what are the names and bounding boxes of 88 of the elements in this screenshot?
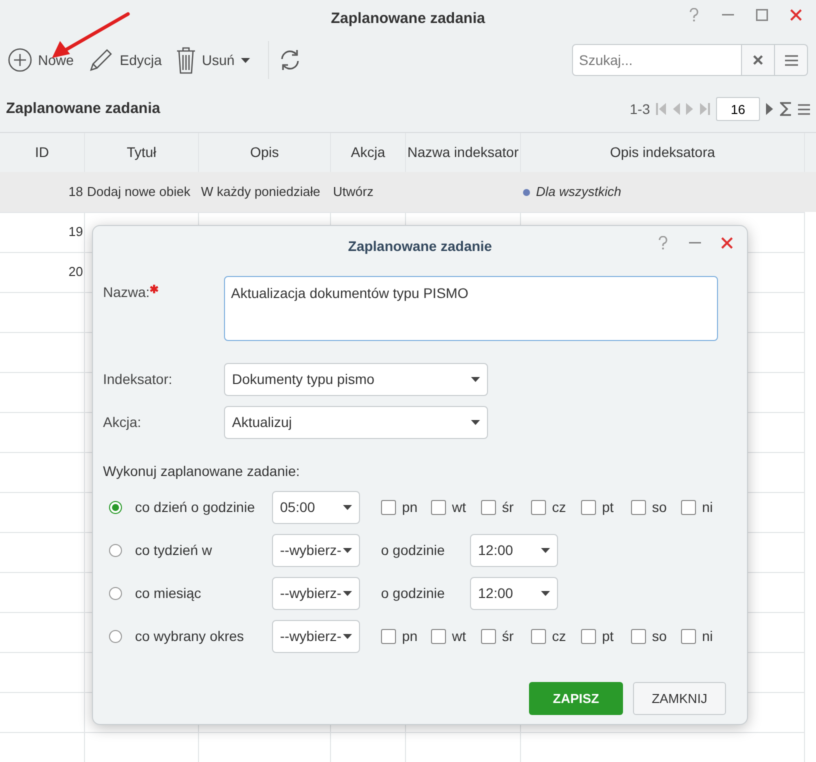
go-icon[interactable] — [766, 103, 774, 115]
radio-button[interactable] — [109, 587, 122, 600]
clear-button[interactable] — [742, 44, 775, 76]
delete-button[interactable]: Usuń — [176, 44, 258, 76]
field-label: Akcja: — [103, 414, 142, 430]
option-label: co wybrany okres — [135, 628, 244, 644]
checkbox[interactable]: pt — [581, 626, 631, 647]
checkbox[interactable]: so — [631, 626, 681, 647]
table-cell-text: 20 — [68, 263, 84, 282]
help-icon — [689, 8, 699, 22]
checkbox[interactable]: cz — [531, 626, 581, 647]
minimize-icon — [722, 14, 734, 16]
refresh-icon — [278, 49, 301, 71]
option-label: co dzień o godzinie — [135, 499, 255, 515]
checkbox[interactable]: śr — [481, 497, 531, 518]
table-cell-text: W każdy poniedziałe — [200, 183, 322, 202]
caret-icon — [471, 420, 480, 425]
close-icon — [790, 9, 802, 21]
pencil-icon — [88, 47, 114, 73]
dropdown[interactable]: 05:00 — [272, 491, 360, 524]
radio-button[interactable] — [109, 544, 122, 557]
dropdown[interactable]: --wybierz- — [272, 534, 360, 567]
info-icon — [523, 188, 530, 196]
time-label: o godzinie — [381, 541, 446, 560]
add-button[interactable]: Nowe — [8, 46, 82, 74]
caret-icon — [541, 591, 550, 596]
first-page-icon[interactable] — [656, 103, 666, 115]
caret-icon — [343, 505, 352, 510]
checkbox[interactable]: wt — [431, 497, 481, 518]
checkbox[interactable]: śr — [481, 626, 531, 647]
required-mark: ✱ — [150, 284, 159, 296]
name-field[interactable]: Aktualizacja dokumentów typu PISMO — [224, 276, 718, 341]
table-cell-text: 18 — [68, 183, 84, 202]
table-row[interactable]: 18 Dodaj nowe obiek W każdy poniedziałe Utwórz Dla wszystkich — [0, 172, 816, 212]
close-icon — [721, 237, 733, 249]
dropdown[interactable]: --wybierz- — [272, 577, 360, 610]
menu-icon[interactable] — [798, 104, 810, 114]
section-label: Wykonuj zaplanowane zadanie: — [103, 462, 300, 481]
page-size-field[interactable]: 16 — [716, 97, 760, 121]
sum-icon[interactable] — [780, 102, 792, 116]
dropdown[interactable]: Dokumenty typu pismo — [224, 363, 488, 396]
menu-button[interactable] — [775, 44, 808, 76]
last-page-icon[interactable] — [700, 103, 710, 115]
radio-button[interactable] — [109, 630, 122, 643]
table-cell-text: Utwórz — [332, 183, 374, 202]
table-cell-text: 19 — [68, 223, 84, 242]
help-icon — [658, 236, 668, 250]
field-label: Indeksator: — [103, 371, 172, 387]
page-range: 1-3 — [630, 100, 650, 118]
option-label: co tydzień w — [135, 542, 212, 558]
radio-button[interactable] — [109, 501, 122, 514]
search-field[interactable]: Szukaj... — [572, 44, 742, 76]
add-icon — [8, 48, 32, 72]
caret-icon — [541, 548, 550, 553]
dropdown[interactable]: 12:00 — [470, 534, 558, 567]
next-page-icon[interactable] — [686, 103, 694, 115]
edit-button[interactable]: Edycja — [88, 45, 170, 75]
field-label: Nazwa: — [103, 284, 150, 300]
dropdown[interactable]: Aktualizuj — [224, 406, 488, 439]
save-button[interactable]: ZAPISZ — [529, 682, 623, 715]
window-title: Zaplanowane zadania — [330, 9, 486, 29]
dialog-title: Zaplanowane zadanie — [348, 237, 492, 256]
dropdown[interactable]: --wybierz- — [272, 620, 360, 653]
caret-icon — [343, 591, 352, 596]
checkbox[interactable]: ni — [681, 497, 731, 518]
close-button[interactable]: ZAMKNIJ — [633, 682, 726, 715]
caret-icon — [471, 377, 480, 382]
checkbox[interactable]: pt — [581, 497, 631, 518]
option-label: co miesiąc — [135, 585, 202, 601]
checkbox[interactable]: so — [631, 497, 681, 518]
checkbox[interactable]: pn — [381, 626, 431, 647]
table-cell-text: Dodaj nowe obiek — [86, 183, 192, 202]
menu-icon — [784, 54, 798, 66]
clear-icon — [753, 55, 763, 65]
checkbox[interactable]: ni — [681, 626, 731, 647]
previous-page-icon[interactable] — [672, 103, 680, 115]
minimize-icon — [689, 242, 701, 244]
caret-icon — [343, 548, 352, 553]
dropdown[interactable]: 12:00 — [470, 577, 558, 610]
checkbox[interactable]: cz — [531, 497, 581, 518]
caret-icon — [343, 634, 352, 639]
grid-title: Zaplanowane zadania — [6, 98, 160, 119]
checkbox[interactable]: wt — [431, 626, 481, 647]
maximize-icon — [756, 9, 768, 21]
checkbox[interactable]: pn — [381, 497, 431, 518]
time-label: o godzinie — [381, 584, 446, 603]
trash-icon — [176, 46, 196, 74]
table-cell-text: Dla wszystkich — [536, 183, 622, 202]
